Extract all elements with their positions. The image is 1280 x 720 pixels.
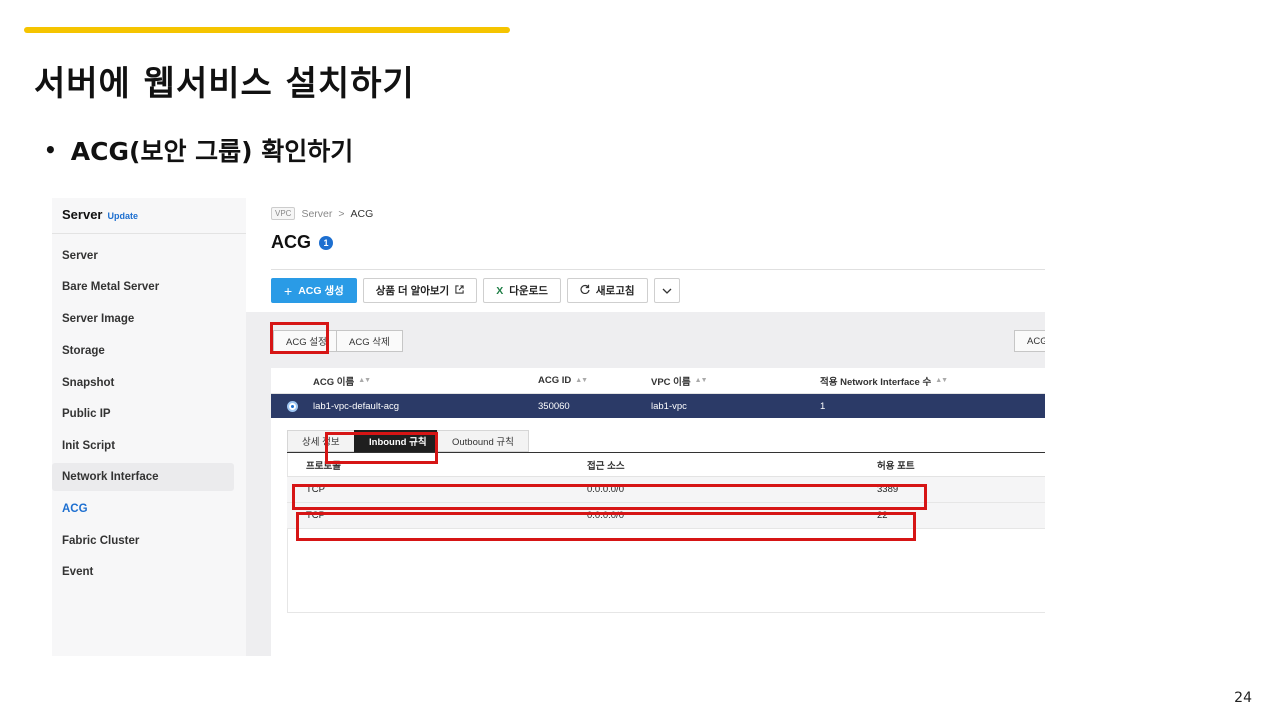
- acg-create-label: ACG 생성: [298, 285, 344, 297]
- breadcrumb: VPC Server > ACG: [271, 207, 373, 220]
- column-header-label: 적용 Network Interface 수: [820, 376, 932, 388]
- learn-more-button[interactable]: 상품 더 알아보기: [362, 278, 478, 303]
- sidebar-item-fabric-cluster[interactable]: Fabric Cluster: [52, 527, 234, 555]
- column-header-label: ACG ID: [538, 375, 572, 386]
- bullet-text: ACG(보안 그룹) 확인하기: [70, 137, 354, 166]
- more-dropdown-button[interactable]: [653, 278, 680, 303]
- page-title: ACG 1: [271, 232, 333, 253]
- sidebar: Server Update Server Bare Metal Server S…: [52, 198, 246, 656]
- sort-icon: ▲▼: [575, 377, 588, 384]
- column-header-acg-name[interactable]: ACG 이름 ▲▼: [313, 368, 371, 393]
- title-accent-bar: [24, 27, 510, 33]
- external-link-icon: [455, 284, 464, 297]
- refresh-icon: [580, 284, 590, 297]
- acg-id-cell: 350060: [538, 400, 570, 412]
- highlight-inbound-tab: [325, 432, 438, 464]
- acg-delete-button[interactable]: ACG 삭제: [336, 330, 403, 352]
- breadcrumb-current: ACG: [350, 207, 374, 220]
- sidebar-header: Server Update: [52, 198, 246, 234]
- sort-icon: ▲▼: [694, 377, 708, 384]
- sidebar-item-storage[interactable]: Storage: [52, 337, 234, 365]
- column-header-acg-id[interactable]: ACG ID ▲▼: [538, 368, 588, 393]
- acg-create-button[interactable]: + ACG 생성: [271, 278, 357, 303]
- sidebar-item-server-image[interactable]: Server Image: [52, 305, 234, 333]
- chevron-down-icon: [662, 285, 672, 297]
- header-divider: [271, 269, 1045, 270]
- breadcrumb-vpc-badge: VPC: [271, 207, 296, 220]
- sidebar-title: Server: [62, 207, 103, 222]
- column-header-vpc-name[interactable]: VPC 이름 ▲▼: [651, 368, 708, 393]
- refresh-label: 새로고침: [595, 285, 635, 297]
- column-header-port: 허용 포트: [877, 460, 915, 472]
- column-header-nic-count[interactable]: 적용 Network Interface 수 ▲▼: [820, 368, 948, 393]
- sidebar-item-public-ip[interactable]: Public IP: [52, 400, 234, 428]
- highlight-acg-settings: [270, 322, 329, 354]
- learn-more-label: 상품 더 알아보기: [375, 285, 450, 297]
- acg-name-cell: lab1-vpc-default-acg: [313, 400, 400, 412]
- sort-icon: ▲▼: [358, 377, 371, 384]
- breadcrumb-separator-icon: >: [338, 207, 345, 220]
- column-header-label: VPC 이름: [651, 376, 691, 388]
- main-content: VPC Server > ACG ACG 1 + ACG 생성 상품 더 알아보…: [246, 198, 1045, 656]
- column-header-label: ACG 이름: [313, 376, 355, 388]
- refresh-button[interactable]: 새로고침: [566, 278, 648, 303]
- sidebar-item-snapshot[interactable]: Snapshot: [52, 369, 234, 397]
- sidebar-item-server[interactable]: Server: [52, 242, 234, 270]
- breadcrumb-server-link[interactable]: Server: [301, 208, 332, 220]
- page-title-text: ACG: [271, 232, 311, 252]
- sidebar-item-event[interactable]: Event: [52, 558, 234, 586]
- sidebar-item-acg[interactable]: ACG: [52, 495, 234, 523]
- highlight-rule-3389: [292, 484, 927, 510]
- sidebar-update-link[interactable]: Update: [107, 211, 138, 221]
- column-header-source: 접근 소스: [587, 460, 625, 472]
- sort-icon: ▲▼: [935, 377, 948, 384]
- radio-selected-icon[interactable]: [287, 401, 298, 412]
- vpc-name-cell: lab1-vpc: [651, 400, 687, 412]
- slide-title: 서버에 웹서비스 설치하기: [34, 64, 415, 104]
- count-badge: 1: [319, 235, 333, 250]
- table-row[interactable]: lab1-vpc-default-acg 350060 lab1-vpc 1: [271, 394, 1045, 418]
- acg-right-button[interactable]: ACG: [1014, 330, 1045, 352]
- sidebar-item-network-interface[interactable]: Network Interface: [52, 463, 234, 491]
- sidebar-item-init-script[interactable]: Init Script: [52, 432, 234, 460]
- plus-icon: +: [284, 282, 293, 299]
- download-button[interactable]: X 다운로드: [483, 278, 561, 303]
- console-screenshot: Server Update Server Bare Metal Server S…: [52, 198, 1045, 656]
- bullet-dot-icon: •: [44, 138, 57, 162]
- nic-count-cell: 1: [820, 400, 826, 412]
- acg-table-header: ACG 이름 ▲▼ ACG ID ▲▼ VPC 이름 ▲▼ 적용 Network…: [271, 368, 1045, 394]
- sidebar-item-bare-metal-server[interactable]: Bare Metal Server: [52, 273, 234, 301]
- toolbar: + ACG 생성 상품 더 알아보기 X 다운로드 새로고침: [271, 278, 680, 303]
- page-number: 24: [1234, 690, 1252, 706]
- download-label: 다운로드: [509, 285, 548, 297]
- tab-outbound-rules[interactable]: Outbound 규칙: [437, 430, 529, 452]
- excel-icon: X: [496, 284, 504, 297]
- bullet-point: • ACG(보안 그룹) 확인하기: [44, 132, 353, 168]
- highlight-rule-22: [296, 512, 916, 541]
